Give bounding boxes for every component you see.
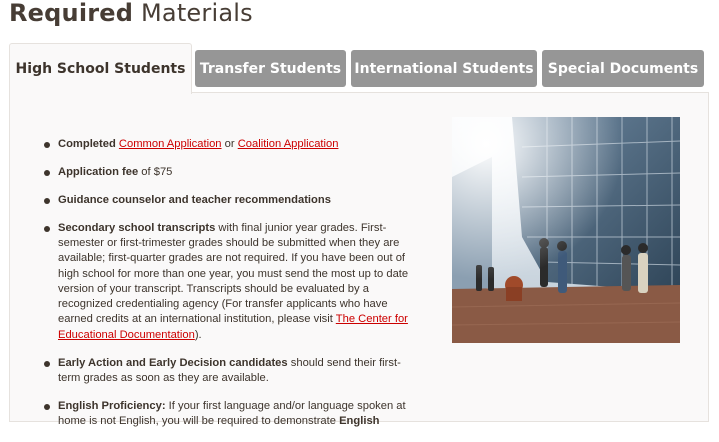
requirements-list: Completed Common Application or Coalitio…	[44, 137, 410, 442]
title-regular: Materials	[141, 0, 253, 27]
list-item: Guidance counselor and teacher recommend…	[44, 193, 410, 208]
item-label: Guidance counselor and teacher recommend…	[58, 193, 331, 206]
bullet-icon	[44, 225, 50, 232]
tab-bar: High School Students Transfer Students I…	[9, 43, 711, 94]
bullet-icon	[44, 169, 50, 176]
tab-high-school-students[interactable]: High School Students	[9, 43, 192, 94]
list-item: Secondary school transcripts with final …	[44, 221, 410, 343]
item-label: Early Action and Early Decision candidat…	[58, 356, 288, 369]
common-application-link[interactable]: Common Application	[119, 138, 222, 150]
item-label-2: English	[339, 415, 380, 428]
tab-transfer-students[interactable]: Transfer Students	[195, 50, 346, 87]
bullet-icon	[44, 360, 50, 367]
item-text: with final junior year grades. First-sem…	[58, 221, 409, 326]
bullet-icon	[44, 403, 50, 410]
item-label: Application fee	[58, 165, 139, 178]
title-bold: Required	[9, 0, 134, 27]
bullet-icon	[44, 142, 50, 148]
item-label: Completed	[58, 138, 116, 150]
page-title: Required Materials	[9, 0, 253, 27]
coalition-application-link[interactable]: Coalition Application	[238, 138, 339, 150]
campus-building-photo	[452, 117, 680, 343]
tab-special-documents[interactable]: Special Documents	[542, 50, 704, 87]
list-item: Completed Common Application or Coalitio…	[44, 137, 410, 152]
tab-international-students[interactable]: International Students	[351, 50, 537, 87]
list-item: English Proficiency: If your first langu…	[44, 399, 410, 430]
item-text: of $75	[141, 165, 173, 178]
bullet-icon	[44, 197, 50, 204]
item-label: English Proficiency:	[58, 399, 166, 412]
list-item: Early Action and Early Decision candidat…	[44, 356, 410, 387]
item-text: or	[224, 138, 235, 150]
list-item: Application fee of $75	[44, 165, 410, 180]
item-label: Secondary school transcripts	[58, 221, 216, 234]
item-text-end: ).	[194, 328, 202, 341]
